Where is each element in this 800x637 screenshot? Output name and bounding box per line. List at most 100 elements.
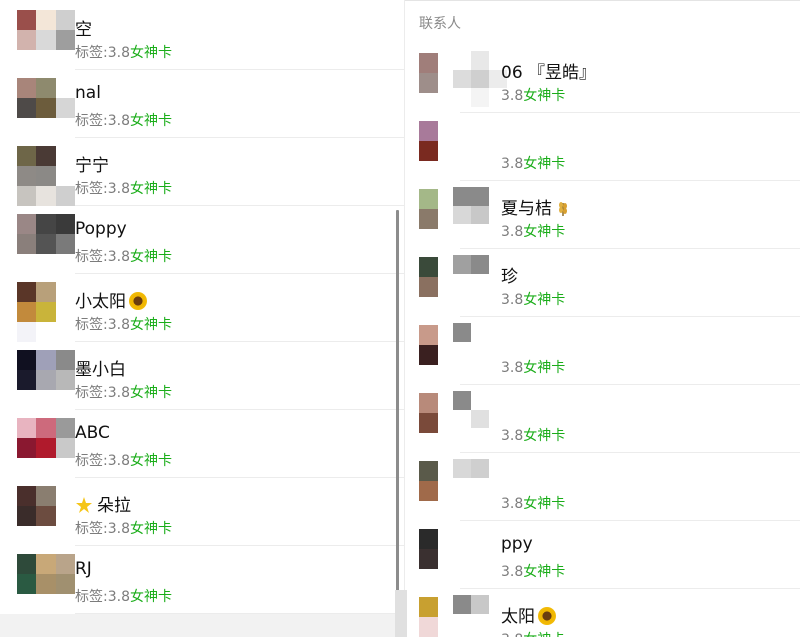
tag-accent: 女神卡 [129,249,172,265]
section-header: 联系人 [419,16,461,32]
contact-name: 太阳 [501,602,556,627]
tag-prefix: 标签: [75,249,108,265]
tag-value: 3.8 [107,317,130,333]
contact-list-left[interactable]: 空标签:3.8女神卡 nal 标签:3.8女神卡 宁宁 标签:3.8女神卡 Poppy 标签… [0,0,405,637]
contact-row[interactable]: 珍 3.8女神卡 [405,249,800,317]
contact-row[interactable]: 3.8女神卡 [405,113,800,181]
tag-accent: 女神卡 [523,292,566,308]
sunflower-icon [129,292,147,310]
tag-prefix: 标签: [75,521,108,537]
contact-name: RJ [75,559,92,579]
contact-row[interactable]: nal 标签:3.8女神卡 [0,70,404,138]
tag-value: 3.8 [501,632,523,637]
contact-name: 墨小白 [75,355,126,380]
contact-name-text: Poppy [75,219,127,239]
mosaic-blur [453,459,507,515]
contact-tag: 标签:3.8女神卡 [75,382,172,402]
tag-value: 3.8 [107,45,130,61]
scrollbar[interactable] [396,210,399,630]
tag-prefix: 标签: [75,589,108,605]
contact-name-text: 小太阳 [75,292,126,312]
contact-name: 夏与桔 [501,194,571,219]
tag-accent: 女神卡 [523,88,566,104]
tag-value: 3.8 [107,385,130,401]
tag-accent: 女神卡 [129,589,172,605]
tag-accent: 女神卡 [129,317,172,333]
mosaic-blur [453,187,507,243]
avatar [17,418,75,478]
contact-name-text: 夏与桔 [501,199,552,219]
contact-tag: 3.8女神卡 [501,629,565,637]
contact-name-text: 太阳 [501,607,535,627]
contact-name-text: RJ [75,559,92,579]
contact-name-text: nal [75,83,101,103]
mosaic-blur [453,255,507,311]
tag-accent: 女神卡 [129,113,172,129]
contact-tag: 3.8女神卡 [501,85,565,105]
contact-row[interactable]: 墨小白 标签:3.8女神卡 [0,342,404,410]
avatar [17,10,75,70]
tag-accent: 女神卡 [129,521,172,537]
avatar [17,350,75,410]
mosaic-blur [453,323,507,379]
avatar [17,282,75,342]
contact-tag: 3.8女神卡 [501,153,565,173]
tag-value: 3.8 [501,360,524,376]
contact-name-text: 朵拉 [97,496,131,516]
tag-value: 3.8 [107,453,130,469]
contact-tag: 标签:3.8女神卡 [75,314,172,334]
tag-prefix: 标签: [75,317,108,333]
contact-tag: 标签:3.8女神卡 [75,42,172,62]
avatar [17,554,75,614]
tag-value: 3.8 [501,564,524,580]
contact-row[interactable]: 朵拉标签:3.8女神卡 [0,478,404,546]
contact-row[interactable]: 3.8女神卡 [405,317,800,385]
contact-name-text: 珍 [501,267,518,287]
tag-accent: 女神卡 [523,156,566,172]
tag-value: 3.8 [107,521,130,537]
tag-prefix: 标签: [75,385,108,401]
contact-tag: 标签:3.8女神卡 [75,246,172,266]
contact-list-right[interactable]: 联系人 06 『昱皓』 3.8女神卡 3.8女神卡 夏与桔 3.8女神卡珍 3.8女神卡 3… [405,0,800,637]
contact-tag: 标签:3.8女神卡 [75,178,172,198]
mosaic-blur [453,119,507,175]
contact-row[interactable]: 小太阳 标签:3.8女神卡 [0,274,404,342]
sunflower-icon [538,607,556,625]
tag-value: 3.8 [501,292,524,308]
mosaic-blur [453,391,507,447]
contact-name: 空 [75,15,92,40]
contact-row[interactable]: RJ 标签:3.8女神卡 [0,546,404,614]
tag-accent: 女神卡 [523,360,566,376]
contact-tag: 3.8女神卡 [501,493,565,513]
contact-row[interactable]: Poppy 标签:3.8女神卡 [0,206,404,274]
contact-row[interactable]: 3.8女神卡 [405,385,800,453]
wheat-icon [555,199,571,217]
contact-row[interactable]: 空标签:3.8女神卡 [0,2,404,70]
contact-name: 小太阳 [75,287,147,312]
contact-name-text: 空 [75,20,92,40]
contact-row[interactable]: 夏与桔 3.8女神卡 [405,181,800,249]
contact-row[interactable]: ppy 3.8女神卡 [405,521,800,589]
contact-row[interactable]: 3.8女神卡 [405,453,800,521]
contact-row[interactable]: ABC 标签:3.8女神卡 [0,410,404,478]
contact-name: 06 『昱皓』 [501,58,596,83]
divider-shadow [395,590,407,637]
tag-accent: 女神卡 [523,632,565,637]
contact-row[interactable]: 宁宁 标签:3.8女神卡 [0,138,404,206]
tag-value: 3.8 [501,496,524,512]
tag-prefix: 标签: [75,45,108,61]
tag-value: 3.8 [501,156,524,172]
contact-name: 宁宁 [75,151,109,176]
tag-accent: 女神卡 [523,428,566,444]
contact-tag: 标签:3.8女神卡 [75,110,172,130]
mosaic-blur [453,51,507,107]
tag-accent: 女神卡 [523,564,566,580]
contact-name: nal [75,83,101,103]
contact-row[interactable]: 太阳 3.8女神卡 [405,589,800,637]
contact-name: ABC [75,423,110,443]
contact-row[interactable]: 06 『昱皓』 3.8女神卡 [405,45,800,113]
tag-value: 3.8 [107,249,130,265]
contact-tag: 3.8女神卡 [501,425,565,445]
tag-accent: 女神卡 [129,385,172,401]
contact-name: ppy [501,534,533,554]
